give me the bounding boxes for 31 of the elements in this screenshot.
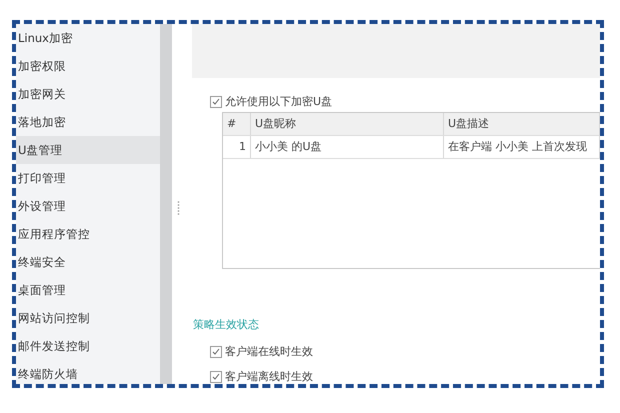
column-header[interactable]: U盘昵称 xyxy=(251,113,444,135)
sidebar-item[interactable]: 终端安全 xyxy=(16,248,160,276)
sidebar-item[interactable]: 加密权限 xyxy=(16,52,160,80)
table-cell: 小小美 的U盘 xyxy=(251,136,444,158)
checkbox-label[interactable]: 允许使用以下加密U盘 xyxy=(225,94,332,109)
checkbox[interactable] xyxy=(210,96,222,108)
checkbox-label[interactable]: 客户端在线时生效 xyxy=(225,344,313,359)
sidebar-item[interactable]: U盘管理 xyxy=(16,136,160,164)
check-icon xyxy=(212,348,220,356)
sidebar-item[interactable]: 外设管理 xyxy=(16,192,160,220)
sidebar-item[interactable]: 打印管理 xyxy=(16,164,160,192)
scrollbar[interactable] xyxy=(160,24,172,384)
grip-icon[interactable] xyxy=(176,201,180,215)
sidebar-item[interactable]: 网站访问控制 xyxy=(16,304,160,332)
sidebar-item[interactable]: 落地加密 xyxy=(16,108,160,136)
sidebar-item[interactable]: 终端防火墙 xyxy=(16,360,160,384)
column-header[interactable]: U盘描述 xyxy=(444,113,600,135)
table-cell: 在客户端 小小美 上首次发现 xyxy=(444,136,600,158)
checkbox-label[interactable]: 客户端离线时生效 xyxy=(225,369,313,384)
sidebar-item[interactable]: 桌面管理 xyxy=(16,276,160,304)
sidebar-item[interactable]: 邮件发送控制 xyxy=(16,332,160,360)
section-title: 策略生效状态 xyxy=(193,317,260,332)
sidebar-item[interactable]: 应用程序管控 xyxy=(16,220,160,248)
sidebar-item[interactable]: Linux加密 xyxy=(16,24,160,52)
column-header[interactable]: # xyxy=(223,113,251,135)
checkbox[interactable] xyxy=(210,370,222,382)
checkbox[interactable] xyxy=(210,346,222,358)
sidebar-item[interactable]: 加密网关 xyxy=(16,80,160,108)
table-cell: 1 xyxy=(223,136,251,158)
check-icon xyxy=(212,372,220,380)
check-icon xyxy=(212,98,220,106)
